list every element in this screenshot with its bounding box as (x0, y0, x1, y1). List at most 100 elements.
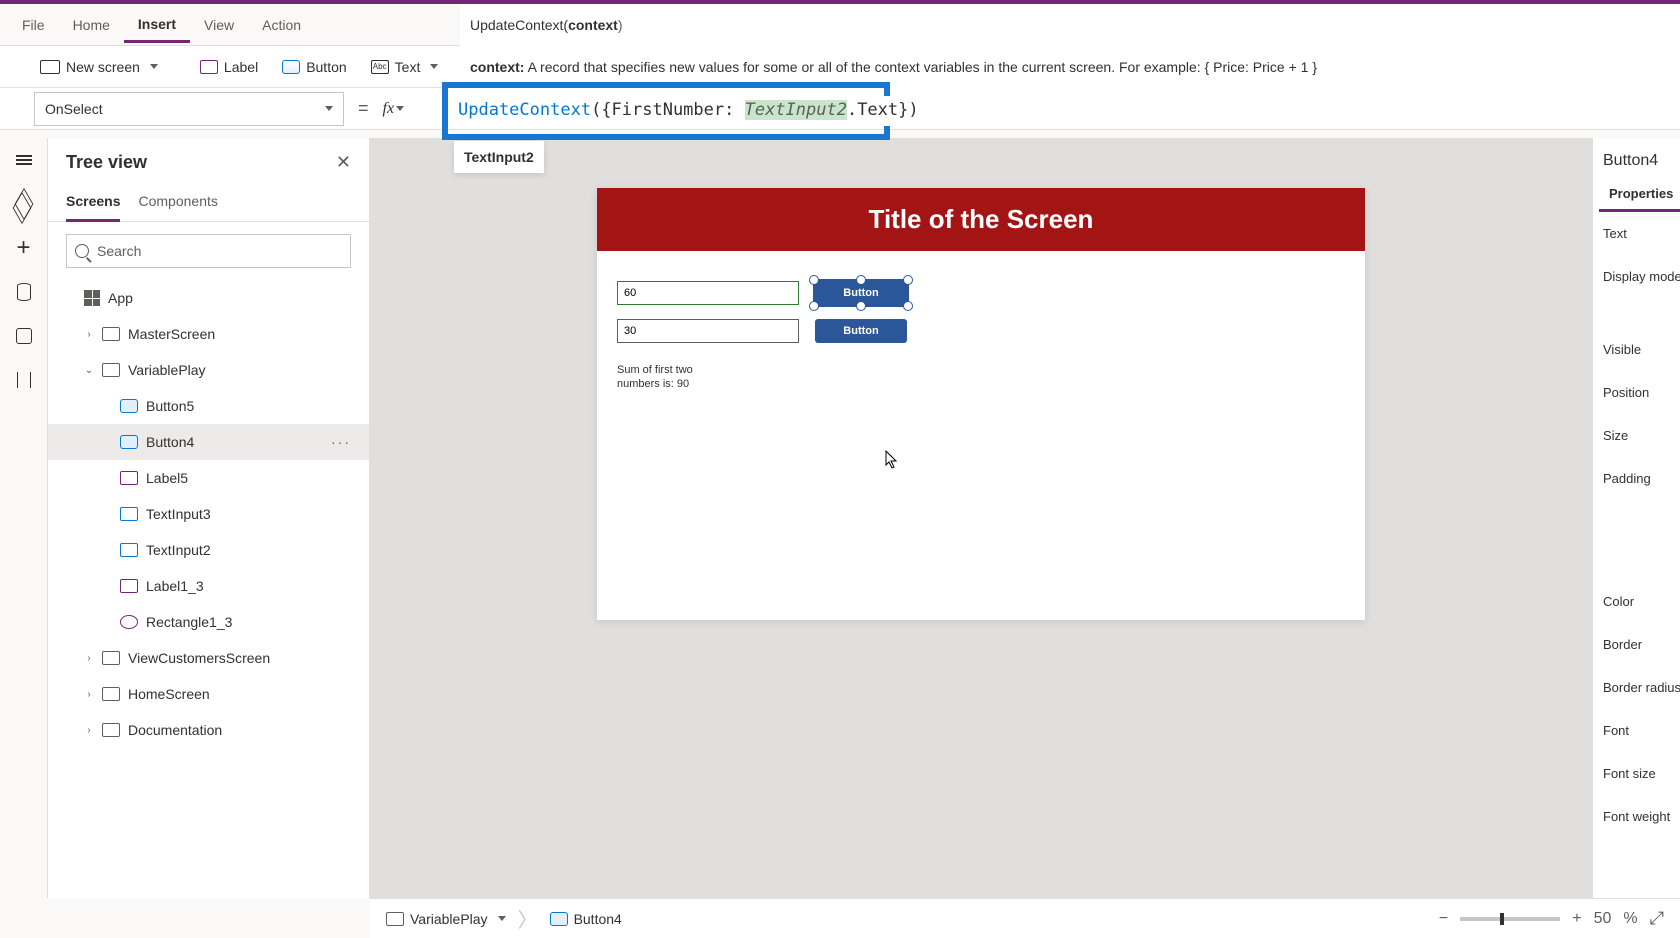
formula-fn-name: UpdateContext( (470, 17, 568, 33)
formula-input[interactable]: UpdateContext({FirstNumber: TextInput2.T… (454, 96, 1674, 126)
tree-header: Tree view ✕ (48, 138, 369, 187)
property-color[interactable]: Color (1593, 580, 1680, 623)
tab-screens[interactable]: Screens (66, 187, 120, 222)
autocomplete-suggestion[interactable]: TextInput2 (454, 141, 544, 173)
tree-item-documentation[interactable]: › Documentation (48, 712, 369, 748)
resize-handle[interactable] (856, 275, 866, 285)
tab-components[interactable]: Components (138, 187, 217, 221)
resize-handle[interactable] (809, 301, 819, 311)
new-screen-label: New screen (66, 59, 140, 75)
hamburger-icon[interactable] (14, 152, 34, 168)
zoom-pct: % (1623, 910, 1637, 928)
zoom-controls: − + 50 % ⤢ (1439, 908, 1664, 929)
data-icon[interactable] (14, 284, 34, 300)
expand-arrow-icon[interactable]: › (84, 653, 94, 663)
formula-tail: .Text}) (847, 100, 919, 120)
tree-item-app[interactable]: App (48, 280, 369, 316)
new-screen-button[interactable]: New screen (28, 53, 170, 81)
chevron-down-icon (150, 64, 158, 69)
tree-item-label5[interactable]: Label5 (48, 460, 369, 496)
search-input[interactable]: Search (66, 234, 351, 268)
button-2[interactable]: Button (815, 319, 907, 343)
canvas[interactable]: Title of the Screen Button (597, 188, 1365, 620)
menu-action[interactable]: Action (248, 9, 315, 41)
ribbon-label-text: Label (224, 59, 258, 75)
text-input-2[interactable] (617, 319, 799, 343)
menu-view[interactable]: View (190, 9, 248, 41)
tree-item-textinput2[interactable]: TextInput2 (48, 532, 369, 568)
zoom-out-button[interactable]: − (1439, 910, 1448, 928)
menu-file[interactable]: File (8, 9, 59, 41)
property-selector[interactable]: OnSelect (34, 92, 344, 126)
expand-arrow-icon[interactable]: › (84, 689, 94, 699)
ribbon-text-text: Text (395, 59, 421, 75)
close-icon[interactable]: ✕ (336, 152, 351, 173)
screen-icon (102, 687, 120, 701)
chevron-down-icon (325, 106, 333, 111)
add-icon[interactable]: + (14, 240, 34, 256)
tree-item-rectangle1_3[interactable]: Rectangle1_3 (48, 604, 369, 640)
expand-arrow-icon[interactable]: › (84, 725, 94, 735)
equals-sign: = (358, 98, 369, 119)
tree-item-textinput3[interactable]: TextInput3 (48, 496, 369, 532)
tree-item-homescreen[interactable]: › HomeScreen (48, 676, 369, 712)
property-value: OnSelect (45, 101, 103, 117)
zoom-in-button[interactable]: + (1572, 910, 1581, 928)
button-1-selected[interactable]: Button (815, 281, 907, 305)
property-padding[interactable]: Padding (1593, 457, 1680, 500)
property-font[interactable]: Font (1593, 709, 1680, 752)
breadcrumb-screen[interactable]: VariablePlay (386, 911, 506, 927)
tree-item-label1_3[interactable]: Label1_3 (48, 568, 369, 604)
property-font-weight[interactable]: Font weight (1593, 795, 1680, 838)
tree-panel: Tree view ✕ Screens Components Search Ap… (48, 138, 370, 898)
property-border-radius[interactable]: Border radius (1593, 666, 1680, 709)
resize-handle[interactable] (903, 301, 913, 311)
tree-item-variableplay[interactable]: ⌄VariablePlay (48, 352, 369, 388)
text-input-1[interactable] (617, 281, 799, 305)
media-icon[interactable] (14, 328, 34, 344)
sum-label: Sum of first two numbers is: 90 (617, 363, 707, 392)
properties-tab[interactable]: Properties (1599, 178, 1680, 212)
properties-panel: Button4 Properties TextDisplay modeVisib… (1592, 138, 1680, 898)
expand-arrow-icon[interactable]: › (84, 329, 94, 339)
resize-handle[interactable] (903, 275, 913, 285)
property-position[interactable]: Position (1593, 371, 1680, 414)
canvas-area[interactable]: Title of the Screen Button (370, 138, 1592, 898)
label-button[interactable]: Label (188, 53, 270, 81)
expand-arrow-icon[interactable]: ⌄ (84, 365, 94, 375)
tree-item-viewcustomersscreen[interactable]: ›ViewCustomersScreen (48, 640, 369, 676)
tree-item-button4[interactable]: Button4··· (48, 424, 369, 460)
canvas-row-2: Button (617, 319, 1345, 343)
breadcrumb-control[interactable]: Button4 (550, 911, 622, 927)
fullscreen-icon[interactable]: ⤢ (1650, 908, 1664, 929)
property-font-size[interactable]: Font size (1593, 752, 1680, 795)
zoom-slider[interactable] (1460, 917, 1560, 921)
txt-icon (120, 543, 138, 557)
tools-icon[interactable] (14, 372, 34, 388)
chevron-down-icon (430, 64, 438, 69)
rect-icon (120, 615, 138, 629)
tree-item-label: TextInput3 (146, 506, 211, 522)
button-button[interactable]: Button (270, 53, 358, 81)
tree-item-masterscreen[interactable]: ›MasterScreen (48, 316, 369, 352)
lbl-icon (120, 471, 138, 485)
formula-fn-param: context (568, 17, 618, 33)
property-text[interactable]: Text (1593, 212, 1680, 255)
tree-item-label: Documentation (128, 722, 222, 738)
text-button[interactable]: Abc Text (359, 53, 451, 81)
search-placeholder: Search (97, 243, 141, 259)
resize-handle[interactable] (809, 275, 819, 285)
more-icon[interactable]: ··· (331, 434, 359, 450)
formula-context-bar: UpdateContext(context) (460, 4, 1680, 46)
menu-home[interactable]: Home (59, 9, 124, 41)
menu-insert[interactable]: Insert (124, 8, 190, 43)
property-size[interactable]: Size (1593, 414, 1680, 457)
tree-item-button5[interactable]: Button5 (48, 388, 369, 424)
property-display-mode[interactable]: Display mode (1593, 255, 1680, 298)
fx-label[interactable]: fx (383, 100, 395, 118)
tree-item-label: HomeScreen (128, 686, 210, 702)
property-visible[interactable]: Visible (1593, 328, 1680, 371)
resize-handle[interactable] (856, 301, 866, 311)
tree-view-icon[interactable] (14, 196, 34, 212)
property-border[interactable]: Border (1593, 623, 1680, 666)
